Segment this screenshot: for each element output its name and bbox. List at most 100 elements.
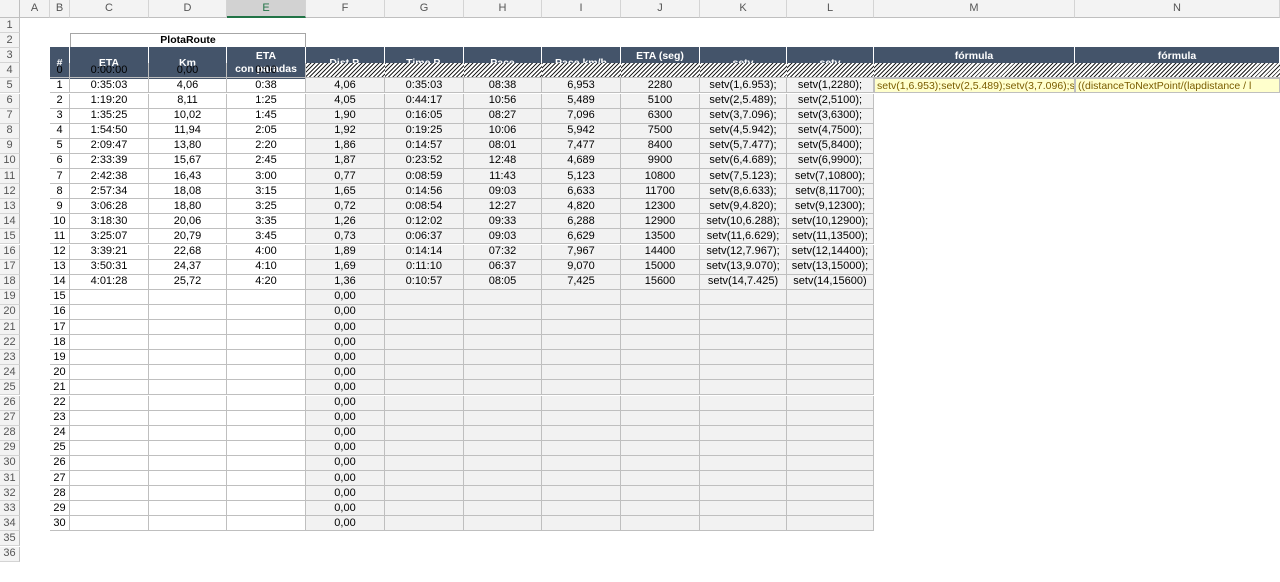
cell-eta-seg[interactable]: [621, 440, 700, 456]
cell-pace-kmh[interactable]: [542, 501, 621, 517]
cell-pace-kmh[interactable]: 7,477: [542, 138, 621, 154]
cell-setv-2[interactable]: [787, 425, 874, 441]
cell-time[interactable]: 0:10:57: [385, 274, 464, 290]
cell-eta-stops[interactable]: [227, 335, 306, 351]
cell-setv-2[interactable]: setv(10,12900);: [787, 214, 874, 230]
cell-pace[interactable]: 09:33: [464, 214, 542, 230]
cell-eta-stops[interactable]: [227, 395, 306, 411]
cell-num[interactable]: 6: [50, 153, 70, 169]
row-header[interactable]: 22: [0, 335, 20, 351]
cell-setv-2[interactable]: setv(6,9900);: [787, 153, 874, 169]
cell-pace[interactable]: 10:06: [464, 123, 542, 139]
cell-setv-2[interactable]: [787, 380, 874, 396]
cell-eta-seg[interactable]: 11700: [621, 184, 700, 200]
cell-pace[interactable]: [464, 320, 542, 336]
cell-eta[interactable]: 1:19:20: [70, 93, 149, 109]
cell-eta-seg[interactable]: 10800: [621, 169, 700, 185]
cell-dist[interactable]: 0,00: [306, 320, 385, 336]
cell-setv-2[interactable]: [787, 63, 874, 79]
cell-num[interactable]: 20: [50, 365, 70, 381]
cell-num[interactable]: 5: [50, 138, 70, 154]
cell-eta-stops[interactable]: 4:20: [227, 274, 306, 290]
cell-num[interactable]: 14: [50, 274, 70, 290]
cell-pace[interactable]: [464, 516, 542, 532]
cell-eta[interactable]: [70, 486, 149, 502]
cell-pace-kmh[interactable]: 4,820: [542, 199, 621, 215]
row-header[interactable]: 23: [0, 350, 20, 366]
cell-eta-stops[interactable]: [227, 425, 306, 441]
cell-time[interactable]: [385, 455, 464, 471]
cell-dist[interactable]: 0,00: [306, 335, 385, 351]
cell-km[interactable]: [149, 365, 227, 381]
cell-setv-1[interactable]: setv(8,6.633);: [700, 184, 787, 200]
cell-time[interactable]: [385, 365, 464, 381]
cell-pace-kmh[interactable]: 5,489: [542, 93, 621, 109]
cell-km[interactable]: 18,08: [149, 184, 227, 200]
cell-pace-kmh[interactable]: [542, 471, 621, 487]
cell-eta[interactable]: [70, 350, 149, 366]
column-header-a[interactable]: A: [20, 0, 50, 18]
cell-eta-stops[interactable]: [227, 471, 306, 487]
cell-dist[interactable]: 1,86: [306, 138, 385, 154]
cell-pace-kmh[interactable]: 6,288: [542, 214, 621, 230]
cell-time[interactable]: 0:16:05: [385, 108, 464, 124]
cell-dist[interactable]: 1,36: [306, 274, 385, 290]
cell-dist[interactable]: 0,00: [306, 425, 385, 441]
cell-num[interactable]: 17: [50, 320, 70, 336]
cell-eta[interactable]: 3:25:07: [70, 229, 149, 245]
column-header-g[interactable]: G: [385, 0, 464, 18]
cell-eta-seg[interactable]: [621, 350, 700, 366]
column-header-c[interactable]: C: [70, 0, 149, 18]
column-header-b[interactable]: B: [50, 0, 70, 18]
cell-eta-seg[interactable]: 6300: [621, 108, 700, 124]
cell-pace[interactable]: 11:43: [464, 169, 542, 185]
cell-dist[interactable]: 0,00: [306, 395, 385, 411]
cell-time[interactable]: 0:14:57: [385, 138, 464, 154]
row-header[interactable]: 12: [0, 184, 20, 200]
row-header[interactable]: 14: [0, 214, 20, 230]
cell-num[interactable]: 13: [50, 259, 70, 275]
cell-time[interactable]: [385, 501, 464, 517]
cell-pace-kmh[interactable]: [542, 486, 621, 502]
cell-pace[interactable]: [464, 304, 542, 320]
cell-eta-stops[interactable]: 2:45: [227, 153, 306, 169]
cell-num[interactable]: 0: [50, 63, 70, 79]
cell-eta-seg[interactable]: [621, 425, 700, 441]
cell-setv-1[interactable]: [700, 501, 787, 517]
cell-eta[interactable]: 3:50:31: [70, 259, 149, 275]
row-header[interactable]: 18: [0, 274, 20, 290]
cell-eta-stops[interactable]: [227, 440, 306, 456]
cell-eta-stops[interactable]: [227, 501, 306, 517]
cell-time[interactable]: [385, 516, 464, 532]
cell-setv-2[interactable]: [787, 365, 874, 381]
cell-dist[interactable]: 0,00: [306, 410, 385, 426]
cell-dist[interactable]: 0,00: [306, 304, 385, 320]
cell-setv-1[interactable]: [700, 365, 787, 381]
cell-eta-stops[interactable]: [227, 365, 306, 381]
cell-setv-1[interactable]: [700, 410, 787, 426]
cell-setv-2[interactable]: setv(3,6300);: [787, 108, 874, 124]
cell-km[interactable]: [149, 501, 227, 517]
cell-time[interactable]: [385, 320, 464, 336]
cell-km[interactable]: [149, 471, 227, 487]
cell-eta[interactable]: 3:39:21: [70, 244, 149, 260]
column-header-d[interactable]: D: [149, 0, 227, 18]
cell-num[interactable]: 24: [50, 425, 70, 441]
cell-km[interactable]: [149, 425, 227, 441]
cell-eta[interactable]: [70, 335, 149, 351]
cell-km[interactable]: [149, 289, 227, 305]
formula-ete-cell[interactable]: ((distanceToNextPoint/(lapdistance / l: [1075, 78, 1280, 94]
cell-dist[interactable]: 1,89: [306, 244, 385, 260]
cell-eta-stops[interactable]: 1:25: [227, 93, 306, 109]
cell-num[interactable]: 11: [50, 229, 70, 245]
cell-time[interactable]: 0:06:37: [385, 229, 464, 245]
cell-eta-stops[interactable]: 0:38: [227, 78, 306, 94]
row-header[interactable]: 31: [0, 471, 20, 487]
cell-pace-kmh[interactable]: [542, 410, 621, 426]
cell-pace-kmh[interactable]: 9,070: [542, 259, 621, 275]
column-header-n[interactable]: N: [1075, 0, 1280, 18]
row-header[interactable]: 32: [0, 486, 20, 502]
cell-eta[interactable]: [70, 304, 149, 320]
cell-setv-2[interactable]: setv(4,7500);: [787, 123, 874, 139]
cell-dist[interactable]: 0,00: [306, 380, 385, 396]
